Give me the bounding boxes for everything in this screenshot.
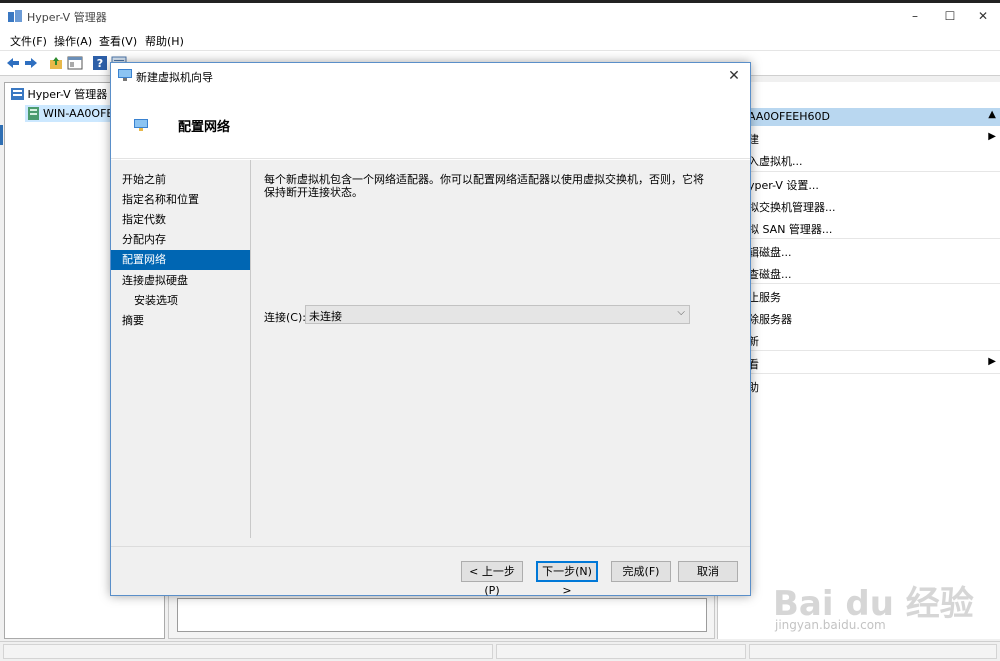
submenu-arrow-icon[interactable]: ▶ <box>988 131 996 142</box>
maximize-button[interactable]: ☐ <box>935 6 965 26</box>
status-segment-3 <box>749 644 997 659</box>
action-item[interactable]: 拟 SAN 管理器... <box>748 221 832 237</box>
menu-view[interactable]: 查看(V) <box>99 33 137 49</box>
actions-separator <box>748 171 1000 172</box>
status-segment-main <box>3 644 493 659</box>
dialog-title: 新建虚拟机向导 <box>136 71 213 84</box>
hyperv-app-icon <box>8 10 22 22</box>
wizard-steps-nav: 开始之前 指定名称和位置 指定代数 分配内存 配置网络 连接虚拟硬盘 安装选项 摘要 <box>111 160 251 538</box>
wizard-step[interactable]: 开始之前 <box>111 170 250 190</box>
help-icon[interactable]: ? <box>92 55 108 71</box>
svg-text:?: ? <box>97 57 103 70</box>
minimize-button[interactable]: – <box>900 6 930 26</box>
actions-separator <box>748 350 1000 351</box>
collapse-up-icon[interactable]: ▲ <box>988 109 996 120</box>
finish-button[interactable]: 完成(F) <box>611 561 671 582</box>
next-button[interactable]: 下一步(N) > <box>536 561 598 597</box>
wizard-step[interactable]: 安装选项 <box>111 291 250 311</box>
wizard-step[interactable]: 摘要 <box>111 311 250 331</box>
actions-separator <box>748 238 1000 239</box>
hyperv-root-icon <box>11 88 24 100</box>
menu-file[interactable]: 文件(F) <box>10 33 47 49</box>
actions-pane: AA0OFEEH60D ▲ 建 ▶ 入虚拟机... yper-V 设置... 拟交换机管… <box>717 82 1000 639</box>
up-folder-icon[interactable] <box>48 55 64 71</box>
action-item[interactable]: 止服务 <box>748 289 781 305</box>
details-panel <box>177 598 707 632</box>
tree-root-hyperv[interactable]: Hyper-V 管理器 <box>11 87 107 103</box>
submenu-arrow-icon[interactable]: ▶ <box>988 356 996 367</box>
cancel-button[interactable]: 取消 <box>678 561 738 582</box>
watermark-url: jingyan.baidu.com <box>775 618 886 632</box>
window-title: Hyper-V 管理器 <box>27 11 107 24</box>
actions-header-label: AA0OFEEH60D <box>748 110 830 123</box>
wizard-step[interactable]: 指定代数 <box>111 210 250 230</box>
server-icon <box>28 107 39 120</box>
action-item[interactable]: 辑磁盘... <box>748 244 792 260</box>
dialog-titlebar: 新建虚拟机向导 ✕ <box>111 63 750 89</box>
wizard-step[interactable]: 连接虚拟硬盘 <box>111 271 250 291</box>
chevron-down-icon: ⌵ <box>677 307 685 318</box>
menu-bar: 文件(F) 操作(A) 查看(V) 帮助(H) <box>0 29 1000 51</box>
dialog-body: 开始之前 指定名称和位置 指定代数 分配内存 配置网络 连接虚拟硬盘 安装选项 摘要 每个新虚… <box>111 160 750 546</box>
wizard-step[interactable]: 配置网络 <box>111 250 250 270</box>
left-edge-marker <box>0 125 3 145</box>
menu-help[interactable]: 帮助(H) <box>145 33 184 49</box>
status-segment-2 <box>496 644 746 659</box>
window-titlebar: Hyper-V 管理器 – ☐ ✕ <box>0 3 1000 29</box>
action-item[interactable]: yper-V 设置... <box>748 177 819 193</box>
connection-label: 连接(C): <box>264 311 306 324</box>
forward-arrow-icon[interactable] <box>23 55 39 71</box>
dialog-close-icon[interactable]: ✕ <box>724 66 744 86</box>
close-button[interactable]: ✕ <box>968 6 998 26</box>
page-title: 配置网络 <box>178 120 231 135</box>
wizard-step[interactable]: 分配内存 <box>111 230 250 250</box>
action-item[interactable]: 拟交换机管理器... <box>748 199 836 215</box>
back-arrow-icon[interactable] <box>5 55 21 71</box>
new-vm-wizard-dialog: 新建虚拟机向导 ✕ 配置网络 开始之前 指定名称和位置 指定代数 分配内存 配置网络 连接… <box>110 62 751 597</box>
action-item[interactable]: 入虚拟机... <box>748 153 803 169</box>
network-description: 每个新虚拟机包含一个网络适配器。你可以配置网络适配器以使用虚拟交换机，否则，它将… <box>264 173 704 199</box>
show-console-tree-icon[interactable] <box>67 55 83 71</box>
previous-button[interactable]: < 上一步(P) <box>461 561 523 597</box>
status-bar <box>0 641 1000 661</box>
connection-select[interactable]: 未连接 ⌵ <box>305 305 690 324</box>
action-item[interactable]: 除服务器 <box>748 311 792 327</box>
tree-root-label: Hyper-V 管理器 <box>27 88 108 101</box>
action-item[interactable]: 查磁盘... <box>748 266 792 282</box>
connection-value: 未连接 <box>309 310 342 323</box>
page-monitor-icon <box>134 119 148 131</box>
baidu-watermark: Bai du 经验 jingyan.baidu.com <box>765 566 995 636</box>
dialog-footer: < 上一步(P) 下一步(N) > 完成(F) 取消 <box>111 546 750 597</box>
wizard-monitor-icon <box>118 69 132 81</box>
actions-separator <box>748 373 1000 374</box>
wizard-step[interactable]: 指定名称和位置 <box>111 190 250 210</box>
menu-action[interactable]: 操作(A) <box>54 33 92 49</box>
actions-server-header[interactable]: AA0OFEEH60D ▲ <box>718 108 1000 126</box>
actions-separator <box>748 283 1000 284</box>
dialog-header: 配置网络 <box>111 89 750 159</box>
